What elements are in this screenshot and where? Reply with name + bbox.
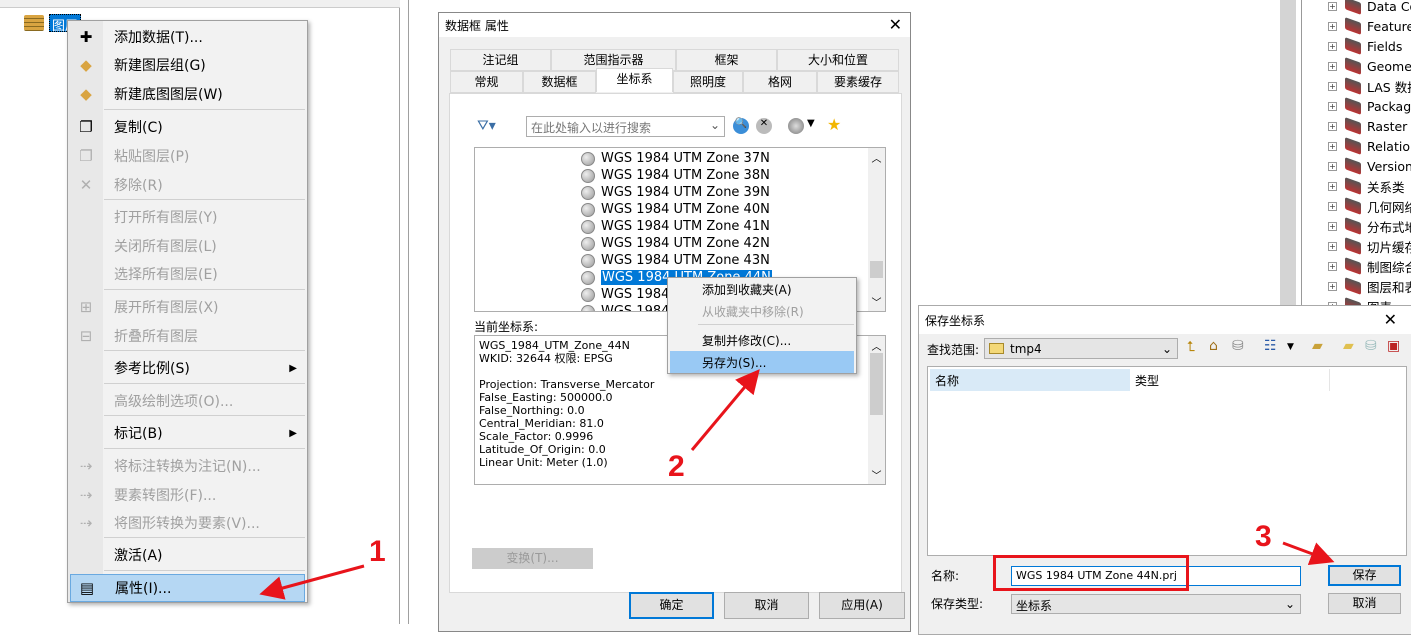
arrow-1 [259,564,365,600]
step-1-label: 1 [369,535,386,568]
step-2-label: 2 [668,450,685,483]
annotation-arrows [259,369,1335,600]
arrow-2 [690,369,760,451]
arrow-3 [1282,541,1335,566]
tab[interactable]: 坐标系 [596,68,673,92]
step-3-label: 3 [1255,520,1272,553]
